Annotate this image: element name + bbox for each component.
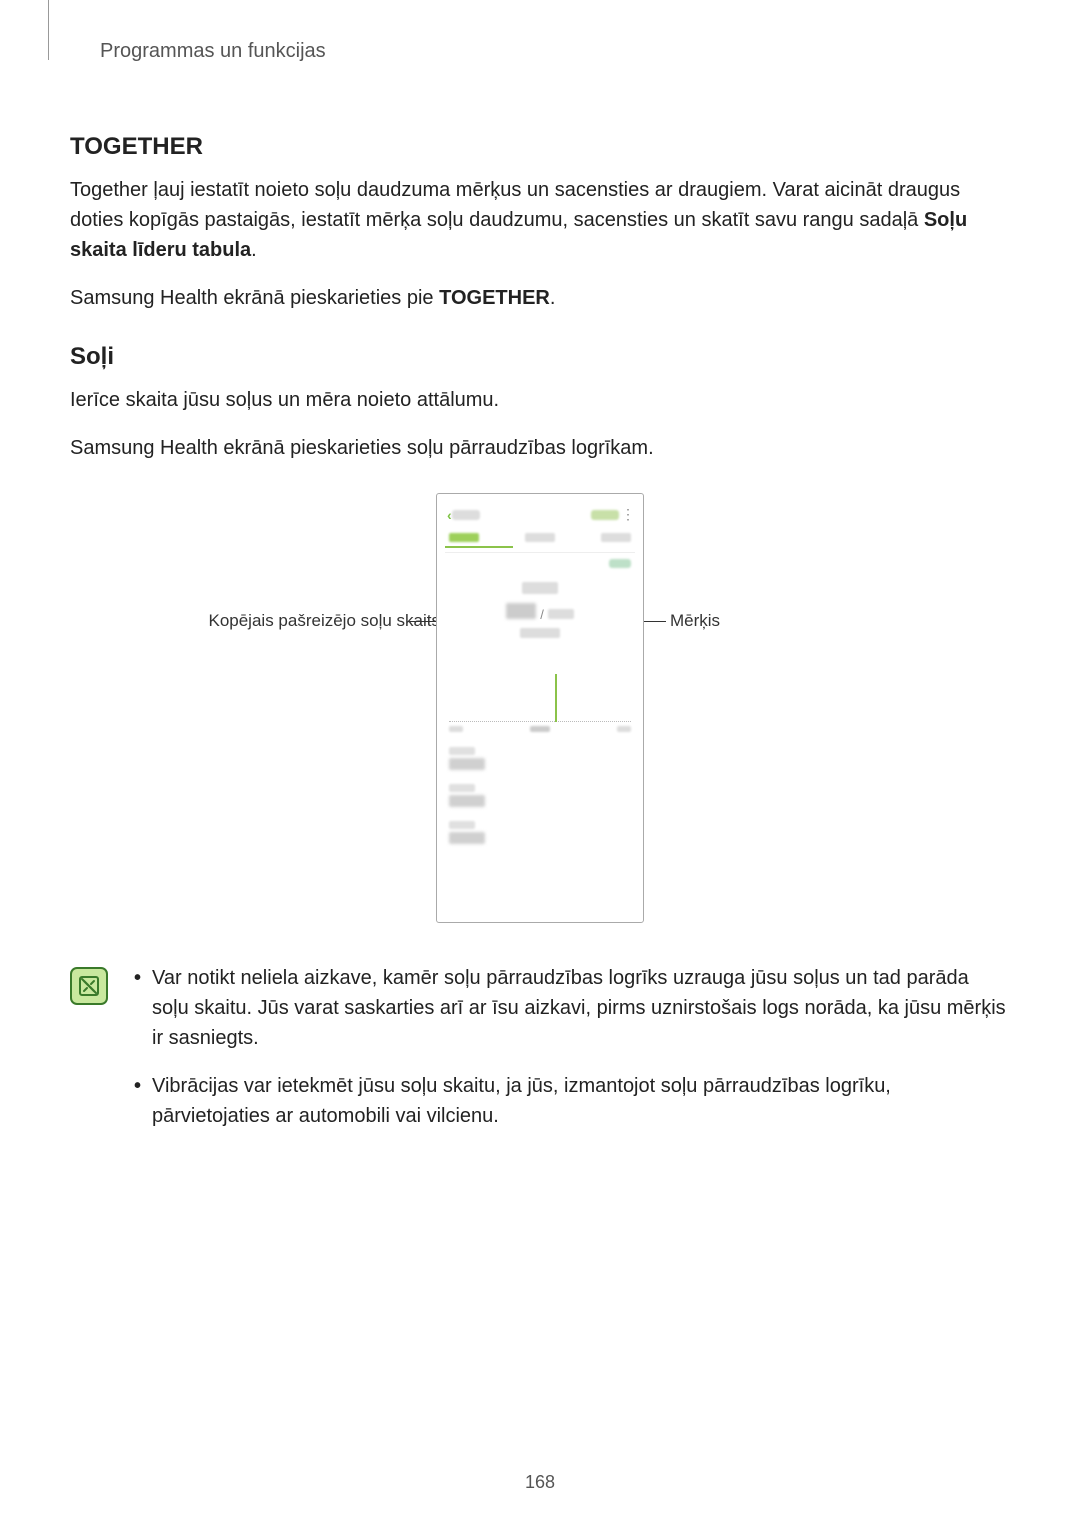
phone-tabs — [445, 527, 635, 542]
tab-active-blur — [449, 533, 479, 542]
count-row: / — [445, 599, 635, 626]
tab-blur — [525, 533, 555, 542]
stat-item — [449, 821, 631, 844]
note-item-2: Vibrācijas var ietekmēt jūsu soļu skaitu… — [130, 1071, 1010, 1131]
stat-label-blur — [449, 821, 475, 829]
together-heading: TOGETHER — [70, 133, 1010, 161]
note-item-1: Var notikt neliela aizkave, kamēr soļu p… — [130, 963, 1010, 1053]
together-paragraph-1: Together ļauj iestatīt noieto soļu daudz… — [70, 175, 1010, 265]
back-icon: ‹ — [447, 507, 452, 523]
stat-item — [449, 784, 631, 807]
together-p2-a: Samsung Health ekrānā pieskarieties pie — [70, 287, 439, 309]
header-title-blur — [452, 510, 480, 520]
steps-paragraph-2: Samsung Health ekrānā pieskarieties soļu… — [70, 433, 1010, 463]
page-number: 168 — [0, 1472, 1080, 1493]
metric-label-row — [445, 574, 635, 599]
axis-tick — [449, 726, 463, 732]
stat-value-blur — [449, 795, 485, 807]
header-action-blur — [591, 510, 619, 520]
steps-paragraph-1: Ierīce skaita jūsu soļus un mēra noieto … — [70, 385, 1010, 415]
margin-rule — [48, 0, 49, 60]
stat-label-blur — [449, 784, 475, 792]
stat-value-blur — [449, 758, 485, 770]
page-header: Programmas un funkcijas — [100, 40, 1010, 63]
together-p2-b: . — [550, 287, 556, 309]
chart-area — [445, 657, 635, 733]
phone-header: ‹ ⋮ — [445, 502, 635, 527]
together-paragraph-2: Samsung Health ekrānā pieskarieties pie … — [70, 283, 1010, 313]
target-count-blur — [548, 609, 574, 619]
stat-label-blur — [449, 747, 475, 755]
tab-underline — [445, 546, 513, 548]
sub-row — [445, 626, 635, 651]
callout-target: Mērķis — [670, 611, 720, 631]
steps-figure: Kopējais pašreizējo soļu skaits Mērķis ‹… — [70, 493, 1010, 923]
together-p1-b: . — [251, 239, 257, 261]
stat-list — [445, 737, 635, 844]
slash: / — [540, 607, 544, 622]
axis-tick — [530, 726, 550, 732]
chart-bar — [555, 674, 557, 722]
note-icon — [70, 967, 108, 1005]
more-icon: ⋮ — [619, 506, 633, 523]
chart-baseline — [449, 721, 631, 722]
sub-blur — [520, 628, 560, 638]
note-block: Var notikt neliela aizkave, kamēr soļu p… — [70, 963, 1010, 1149]
note-list: Var notikt neliela aizkave, kamēr soļu p… — [130, 963, 1010, 1149]
steps-heading: Soļi — [70, 343, 1010, 371]
chart-axis — [449, 726, 631, 732]
together-p1-a: Together ļauj iestatīt noieto soļu daudz… — [70, 179, 960, 231]
stat-item — [449, 747, 631, 770]
together-p2-bold: TOGETHER — [439, 287, 550, 309]
callout-current-total: Kopējais pašreizējo soļu skaits — [208, 611, 440, 631]
current-count-blur — [506, 603, 536, 619]
stat-value-blur — [449, 832, 485, 844]
date-row — [445, 553, 635, 574]
axis-tick — [617, 726, 631, 732]
phone-mockup: ‹ ⋮ / — [436, 493, 644, 923]
date-blur — [609, 559, 631, 568]
metric-label-blur — [522, 582, 558, 594]
tab-blur — [601, 533, 631, 542]
